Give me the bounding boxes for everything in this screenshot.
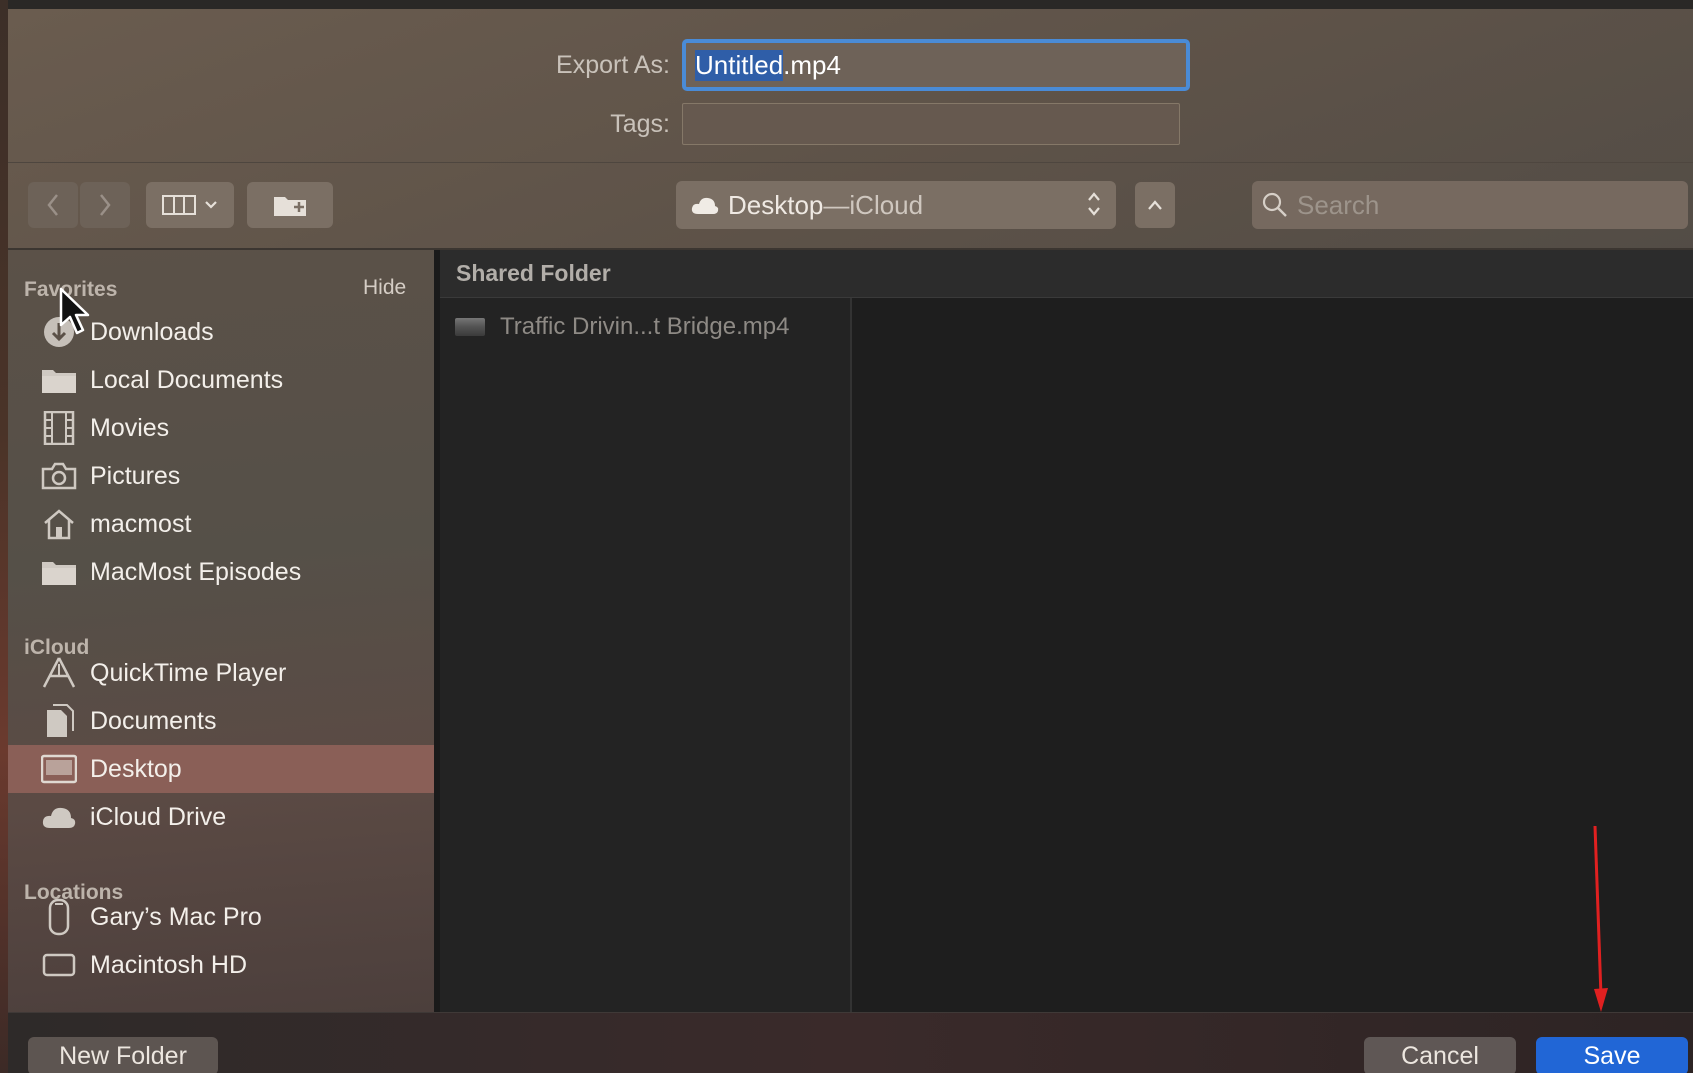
sidebar-item-pictures[interactable]: Pictures [8, 452, 434, 500]
column-header: Shared Folder [440, 250, 1693, 298]
sidebar-item-label: Macintosh HD [90, 950, 247, 979]
sidebar-item-label: iCloud Drive [90, 802, 227, 831]
sidebar-item-garys-mac-pro[interactable]: Gary’s Mac Pro [8, 893, 434, 941]
documents-icon [40, 703, 78, 739]
chevron-up-icon [1148, 200, 1162, 210]
hide-favorites-button[interactable]: Hide [363, 276, 406, 300]
filename-field[interactable]: Untitled .mp4 [682, 39, 1190, 91]
app-icon [40, 655, 78, 691]
tags-label: Tags: [610, 109, 670, 138]
tags-field[interactable] [682, 103, 1180, 145]
file-browser: Shared Folder Traffic Drivin...t Bridge.… [440, 250, 1693, 1012]
browser-column: Traffic Drivin...t Bridge.mp4 [440, 298, 852, 1012]
mac-pro-icon [40, 898, 78, 936]
sidebar-item-macmost[interactable]: macmost [8, 500, 434, 548]
search-placeholder: Search [1297, 189, 1380, 220]
forward-button[interactable] [80, 182, 130, 228]
new-folder-toolbar-button[interactable] [247, 182, 333, 228]
save-dialog: Export As: Untitled .mp4 Tags: Desktop — … [8, 9, 1693, 1073]
location-popup[interactable]: Desktop — iCloud [676, 181, 1116, 229]
disk-icon [40, 947, 78, 983]
sidebar-item-label: Local Documents [90, 365, 284, 394]
export-as-label: Export As: [556, 50, 670, 79]
video-thumbnail-icon [455, 318, 485, 336]
sidebar-item-local-documents[interactable]: Local Documents [8, 356, 434, 404]
location-name: Desktop [728, 189, 824, 220]
folder-icon [40, 362, 78, 398]
sidebar-item-label: Documents [90, 706, 217, 735]
search-field[interactable]: Search [1252, 181, 1688, 229]
sidebar: Favorites Hide Downloads Local Documents… [8, 250, 434, 1012]
sidebar-item-label: MacMost Episodes [90, 557, 302, 586]
sidebar-item-desktop[interactable]: Desktop [8, 745, 434, 793]
film-icon [40, 410, 78, 446]
header-divider [8, 162, 1693, 163]
folder-icon [40, 554, 78, 590]
cloud-icon [691, 197, 719, 214]
filename-selected-text: Untitled [695, 49, 784, 81]
sidebar-item-label: Downloads [90, 317, 214, 346]
bottom-bar: New Folder Cancel Save [8, 1012, 1693, 1073]
sidebar-item-quicktime-player[interactable]: QuickTime Player [8, 649, 434, 697]
new-folder-button[interactable]: New Folder [28, 1037, 218, 1073]
search-icon [1262, 192, 1287, 217]
chevron-down-icon [205, 201, 217, 209]
location-separator: — [823, 189, 850, 220]
sidebar-item-macintosh-hd[interactable]: Macintosh HD [8, 941, 434, 989]
stepper-arrows-icon [1088, 192, 1100, 216]
export-as-row: Export As: Untitled .mp4 [520, 39, 1190, 91]
filename-extension: .mp4 [783, 49, 841, 80]
sidebar-item-label: Movies [90, 413, 170, 442]
sidebar-item-label: Pictures [90, 461, 181, 490]
column-header-title: Shared Folder [456, 260, 611, 286]
location-service: iCloud [849, 189, 924, 220]
desktop-background-edge [0, 0, 8, 1073]
file-name: Traffic Drivin...t Bridge.mp4 [500, 313, 790, 340]
save-button[interactable]: Save [1536, 1037, 1688, 1073]
sidebar-item-macmost-episodes[interactable]: MacMost Episodes [8, 548, 434, 596]
cloud-icon [40, 799, 78, 835]
sidebar-item-documents[interactable]: Documents [8, 697, 434, 745]
desktop-icon [40, 751, 78, 787]
new-folder-icon [274, 197, 306, 216]
view-options-button[interactable] [146, 182, 234, 228]
sidebar-item-label: Gary’s Mac Pro [90, 902, 262, 931]
mouse-cursor-icon [59, 287, 90, 335]
home-icon [40, 506, 78, 542]
annotation-arrow-icon [1593, 825, 1608, 1012]
sidebar-item-label: macmost [90, 509, 192, 538]
sidebar-item-movies[interactable]: Movies [8, 404, 434, 452]
sidebar-item-label: QuickTime Player [90, 658, 287, 687]
chevron-right-icon [100, 194, 111, 216]
cancel-button[interactable]: Cancel [1364, 1037, 1516, 1073]
columns-view-icon [162, 195, 196, 215]
chevron-left-icon [47, 194, 58, 216]
expand-collapse-button[interactable] [1135, 182, 1175, 228]
file-row[interactable]: Traffic Drivin...t Bridge.mp4 [440, 308, 850, 346]
tags-row: Tags: [520, 103, 1180, 145]
window-top-edge [0, 0, 1693, 9]
back-button[interactable] [28, 182, 78, 228]
camera-icon [40, 458, 78, 494]
sidebar-item-label: Desktop [90, 754, 182, 783]
sidebar-item-icloud-drive[interactable]: iCloud Drive [8, 793, 434, 841]
